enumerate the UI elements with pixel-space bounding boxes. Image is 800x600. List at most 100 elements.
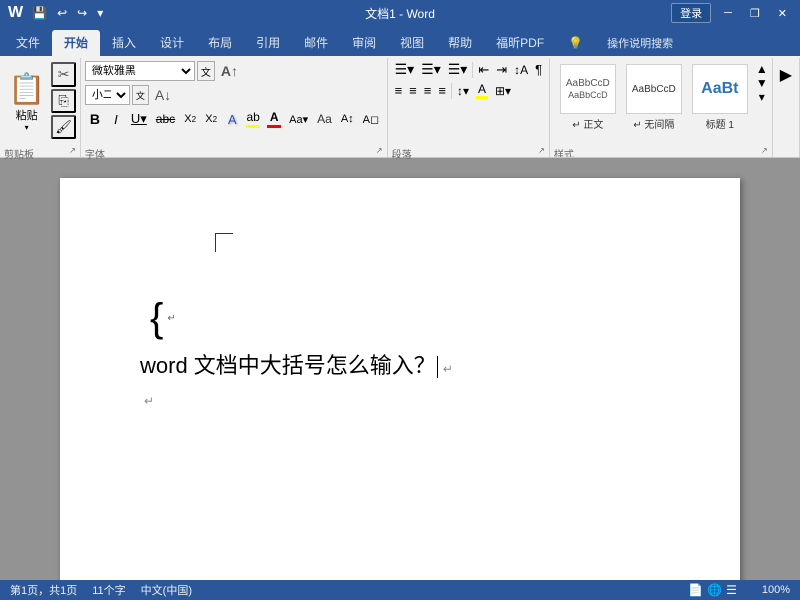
page-info: 第1页，共1页 [10,582,77,598]
align-left-button[interactable]: ≡ [392,82,406,99]
paste-dropdown[interactable]: ▾ [25,123,29,132]
menu-tabs: 文件 开始 插入 设计 布局 引用 邮件 审阅 视图 帮助 福昕PDF 💡 操作… [0,26,800,56]
font-wen2-button[interactable]: 文 [132,85,149,105]
strikethrough-button[interactable]: abc [152,108,179,130]
font-increase-btn[interactable]: A↑ [217,60,242,82]
view-outline-btn[interactable]: ☰ [726,583,737,597]
font-group-label: 字体 [85,143,105,163]
tab-references[interactable]: 引用 [244,30,292,56]
clipboard-group-label: 剪贴板 [4,143,34,163]
style-no-space[interactable]: AaBbCcD ↵ 无间隔 [622,62,686,138]
language: 中文(中国) [141,582,192,598]
restore-button[interactable]: ❐ [745,6,765,21]
clipboard-right: ✂ ⎘ 🖌 [51,60,76,143]
styles-more-button[interactable]: ▾ [756,90,768,104]
shading-button[interactable]: A [473,81,491,100]
justify-button[interactable]: ≡ [435,82,449,99]
page-content: { ↵ word 文档中大括号怎么输入？↵ ↵ [140,298,660,410]
styles-scroll-down-button[interactable]: ▼ [756,76,768,90]
font-color-button[interactable]: A [264,108,284,130]
indent-decrease-button[interactable]: ⇤ [475,61,492,79]
redo-quick-btn[interactable]: ↪ [74,5,90,21]
tab-help[interactable]: 帮助 [436,30,484,56]
minimize-button[interactable]: ─ [719,6,737,20]
cut-button[interactable]: ✂ [51,62,76,87]
sort-button[interactable]: ↕A [511,62,531,78]
styles-expand-icon[interactable]: ↗ [761,146,768,155]
status-bar: 第1页，共1页 11个字 中文(中国) 📄 🌐 ☰ 100% [0,580,800,600]
subscript-button[interactable]: X2 [180,108,200,130]
ribbon-group-paragraph: ☰▾ ☰▾ ☰▾ ⇤ ⇥ ↕A ¶ ≡ ≡ ≡ ≡ ↕▾ A ⊞▾ [388,58,550,157]
line-spacing-button[interactable]: ↕▾ [454,83,472,99]
paste-button[interactable]: 📋 粘贴 ▾ [4,60,49,143]
tab-review[interactable]: 审阅 [340,30,388,56]
tab-search[interactable]: 操作说明搜索 [595,30,685,56]
font-expand-icon[interactable]: ↗ [376,146,383,155]
paragraph-mark-empty: ↵ [144,394,154,408]
view-web-btn[interactable]: 🌐 [707,583,722,597]
close-button[interactable]: ✕ [773,6,792,21]
tab-file[interactable]: 文件 [4,30,52,56]
tab-foxitpdf[interactable]: 福昕PDF [484,30,556,56]
text-cursor [437,356,438,378]
align-center-button[interactable]: ≡ [406,82,420,99]
view-print-btn[interactable]: 📄 [688,583,703,597]
document-page[interactable]: { ↵ word 文档中大括号怎么输入？↵ ↵ [60,178,740,580]
char-spacing-button[interactable]: A↕ [337,108,358,130]
superscript-button[interactable]: X2 [201,108,221,130]
quick-access-dropdown[interactable]: ▾ [94,5,106,21]
style-normal-preview: AaBbCcD AaBbCcD [560,64,616,114]
paragraph-mark-brace: ↵ [167,313,175,324]
tab-view[interactable]: 视图 [388,30,436,56]
ribbon-group-clipboard: 📋 粘贴 ▾ ✂ ⎘ 🖌 剪贴板 ↗ [0,58,81,157]
tab-insert[interactable]: 插入 [100,30,148,56]
undo-quick-btn[interactable]: ↩ [54,5,70,21]
format-painter-button[interactable]: 🖌 [51,115,76,139]
font-wen-button[interactable]: 文 [197,61,215,81]
indent-increase-button[interactable]: ⇥ [493,61,510,79]
text-effects-button[interactable]: A [222,108,242,130]
font-name-select[interactable]: 微软雅黑 [85,61,195,81]
list-bullets-button[interactable]: ☰▾ [392,60,418,79]
title-right: 登录 ─ ❐ ✕ [671,3,792,23]
styles-scroll-up-button[interactable]: ▲ [756,62,768,76]
main-content-text[interactable]: word 文档中大括号怎么输入？↵ [140,348,660,380]
tab-design[interactable]: 设计 [148,30,196,56]
style-normal[interactable]: AaBbCcD AaBbCcD ↵ 正文 [556,62,620,138]
show-marks-button[interactable]: ¶ [532,61,545,78]
word-count: 11个字 [92,582,125,598]
para-expand-icon[interactable]: ↗ [538,146,545,155]
borders-button[interactable]: ⊞▾ [492,83,514,99]
tab-home[interactable]: 开始 [52,30,100,56]
list-numbers-button[interactable]: ☰▾ [418,60,444,79]
font-size-select[interactable]: 小二 [85,85,130,105]
copy-button[interactable]: ⎘ [51,89,76,113]
underline-button[interactable]: U▾ [127,108,151,130]
tab-lightbulb[interactable]: 💡 [556,30,595,56]
view-buttons: 📄 🌐 ☰ [688,583,737,597]
font-decrease-btn[interactable]: A↓ [151,84,175,106]
para-group-label: 段落 [392,143,412,163]
login-button[interactable]: 登录 [671,3,711,23]
bold-button[interactable]: B [85,108,105,130]
list-multilevel-button[interactable]: ☰▾ [445,60,471,79]
highlight-button[interactable]: ab [243,108,263,130]
italic-button[interactable]: I [106,108,126,130]
align-right-button[interactable]: ≡ [421,82,435,99]
tab-mailings[interactable]: 邮件 [292,30,340,56]
clear-format-button[interactable]: Aa▾ [285,108,312,130]
quick-access-toolbar: 💾 ↩ ↪ ▾ [29,5,106,21]
phonetic-guide-button[interactable]: A◻ [359,108,383,130]
title-bar: W 💾 ↩ ↪ ▾ 文档1 - Word 登录 ─ ❐ ✕ [0,0,800,26]
save-quick-btn[interactable]: 💾 [29,5,50,21]
style-heading1[interactable]: AaBt 标题 1 [688,62,752,138]
document-area[interactable]: { ↵ word 文档中大括号怎么输入？↵ ↵ [0,158,800,580]
style-heading1-label: 标题 1 [706,116,734,131]
style-no-space-label: ↵ 无间隔 [633,116,674,131]
empty-paragraph: ↵ [140,392,660,410]
brace-line: { ↵ [140,298,660,338]
tab-layout[interactable]: 布局 [196,30,244,56]
change-case-button[interactable]: Aa [313,108,336,130]
editing-overflow-button[interactable]: ▶ [777,64,795,86]
clipboard-expand-icon[interactable]: ↗ [69,146,76,155]
